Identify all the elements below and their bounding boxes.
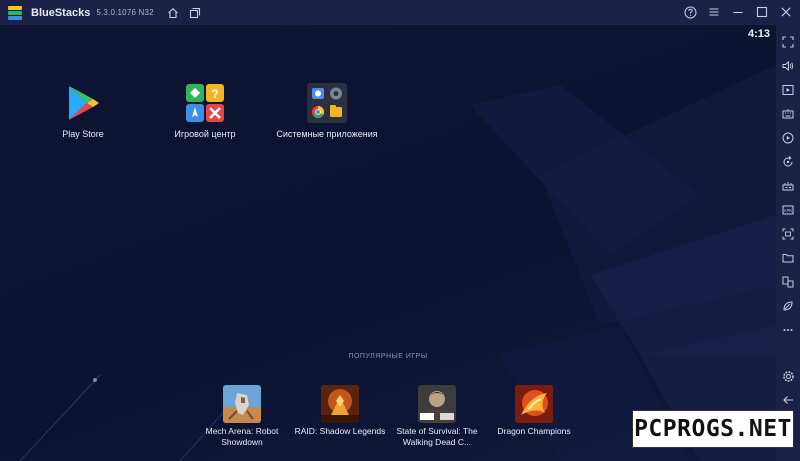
app-system-apps[interactable]: Системные приложения	[272, 83, 382, 139]
keyboard-icon[interactable]	[779, 105, 797, 123]
game-thumbnail	[223, 385, 261, 423]
clock: 4:13	[747, 28, 770, 40]
app-play-store[interactable]: Play Store	[28, 83, 138, 139]
android-home-screen: 4:13 Play Store ? Игровой центр Системны…	[0, 25, 776, 461]
app-game-center[interactable]: ? Игровой центр	[150, 83, 260, 139]
screenshot-icon[interactable]	[779, 225, 797, 243]
app-label: Системные приложения	[276, 129, 378, 139]
volume-icon[interactable]	[779, 57, 797, 75]
apk-icon[interactable]: APK	[779, 201, 797, 219]
bluestacks-logo	[8, 5, 22, 20]
more-icon[interactable]	[779, 321, 797, 339]
game-dragon-champions[interactable]: Dragon Champions	[484, 385, 584, 437]
eco-icon[interactable]	[779, 297, 797, 315]
close-icon[interactable]	[776, 2, 796, 22]
game-state-of-survival[interactable]: State of Survival: The Walking Dead C...	[387, 385, 487, 448]
record-icon[interactable]	[779, 129, 797, 147]
app-title: BlueStacks	[31, 6, 91, 19]
multi-instance-icon[interactable]	[779, 273, 797, 291]
game-label: Mech Arena: Robot Showdown	[205, 426, 279, 447]
media-icon[interactable]	[779, 81, 797, 99]
game-mech-arena[interactable]: Mech Arena: Robot Showdown	[192, 385, 292, 448]
home-icon[interactable]	[163, 3, 183, 23]
app-label: Игровой центр	[174, 129, 236, 139]
fullscreen-icon[interactable]	[779, 33, 797, 51]
svg-text:?: ?	[211, 87, 218, 101]
help-icon[interactable]	[680, 2, 700, 22]
minimize-icon[interactable]	[728, 2, 748, 22]
gamepad-icon[interactable]	[779, 177, 797, 195]
game-center-icon: ?	[185, 83, 225, 123]
folder-icon[interactable]	[779, 249, 797, 267]
svg-text:APK: APK	[784, 208, 793, 213]
game-label: State of Survival: The Walking Dead C...	[396, 426, 478, 447]
popular-games-title: ПОПУЛЯРНЫЕ ИГРЫ	[348, 353, 428, 360]
system-apps-folder-icon	[307, 83, 347, 123]
maximize-icon[interactable]	[752, 2, 772, 22]
game-label: RAID: Shadow Legends	[294, 426, 386, 436]
watermark: PCPROGS.NET	[632, 410, 794, 448]
app-version: 5.3.0.1076 N32	[96, 8, 154, 17]
game-thumbnail	[515, 385, 553, 423]
play-store-icon	[63, 83, 103, 123]
game-thumbnail	[418, 385, 456, 423]
app-label: Play Store	[62, 129, 104, 139]
back-icon[interactable]	[779, 391, 797, 409]
game-label: Dragon Champions	[497, 426, 571, 436]
multi-instance-icon[interactable]	[185, 3, 205, 23]
title-bar: BlueStacks 5.3.0.1076 N32	[0, 0, 800, 25]
game-raid[interactable]: RAID: Shadow Legends	[290, 385, 390, 437]
settings-icon[interactable]	[779, 367, 797, 385]
game-thumbnail	[321, 385, 359, 423]
rotate-icon[interactable]	[779, 153, 797, 171]
menu-icon[interactable]	[704, 2, 724, 22]
right-sidebar: APK	[776, 25, 800, 461]
